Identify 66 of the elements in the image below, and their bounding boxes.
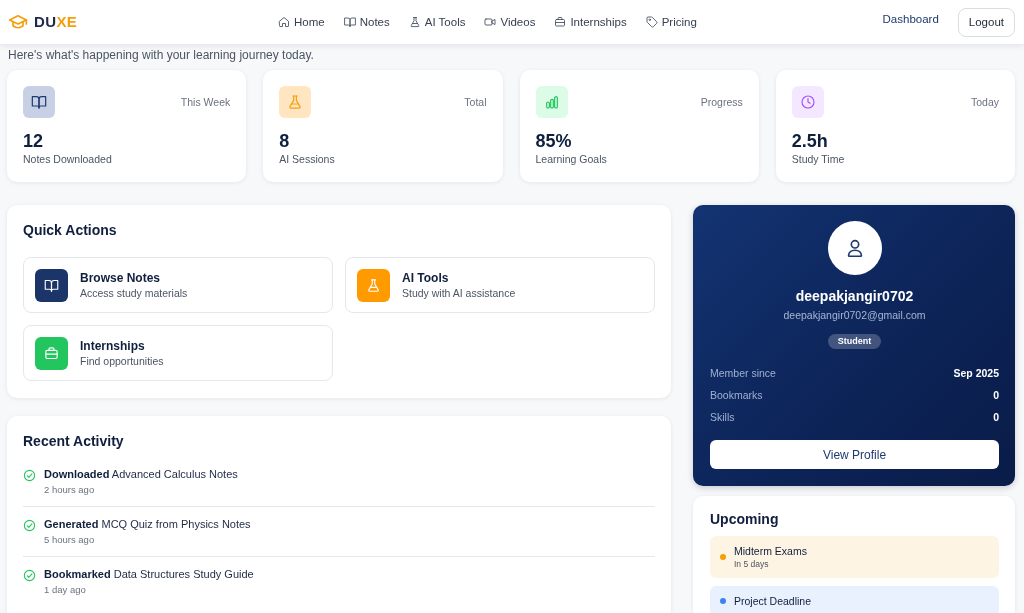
- nav-link[interactable]: Pricing: [645, 15, 697, 29]
- detail-label: Bookmarks: [710, 388, 763, 402]
- tag-icon: [645, 16, 658, 28]
- detail-value: Sep 2025: [953, 366, 999, 380]
- check-circle-icon: [23, 569, 36, 582]
- upcoming-item[interactable]: Midterm Exams In 5 days: [710, 536, 999, 578]
- view-profile-button[interactable]: View Profile: [710, 440, 999, 469]
- stat-period: Today: [970, 96, 999, 108]
- stat-value: 8: [279, 131, 291, 151]
- nav-link[interactable]: Notes: [343, 15, 390, 29]
- stat-label: Learning Goals: [535, 152, 608, 166]
- stat-value: 2.5h: [791, 131, 829, 151]
- profile-name: deepakjangir0702: [795, 287, 914, 305]
- quick-action-button[interactable]: AI Tools Study with AI assistance: [345, 257, 655, 313]
- bar-chart-icon: [535, 86, 568, 118]
- detail-label: Skills: [710, 410, 735, 424]
- logo-text: DUXE: [34, 13, 78, 31]
- stat-value: 12: [23, 131, 45, 151]
- nav-link[interactable]: Videos: [484, 15, 536, 29]
- nav-link[interactable]: Internships: [554, 15, 627, 29]
- activity-text: Downloaded Advanced Calculus Notes: [44, 467, 238, 482]
- avatar-icon: [827, 221, 882, 275]
- role-badge: Student: [827, 334, 882, 349]
- stat-label: Notes Downloaded: [23, 152, 113, 166]
- book-icon: [35, 268, 68, 302]
- check-circle-icon: [23, 519, 36, 532]
- upcoming-item[interactable]: Project Deadline: [710, 586, 999, 613]
- welcome-subtitle: Here's what's happening with your learning journey today.: [7, 47, 315, 63]
- section-title: Recent Activity: [23, 432, 125, 450]
- activity-text: Bookmarked Data Structures Study Guide: [44, 567, 254, 582]
- profile-email: deepakjangir0702@gmail.com: [783, 308, 926, 322]
- clock-icon: [791, 86, 824, 118]
- briefcase-icon: [554, 16, 567, 28]
- activity-time: 2 hours ago: [44, 483, 96, 496]
- stat-value: 85%: [535, 131, 573, 151]
- quick-action-button[interactable]: Internships Find opportunities: [23, 325, 333, 381]
- book-icon: [343, 16, 356, 28]
- flask-icon: [408, 16, 421, 28]
- nav-link[interactable]: Dashboard: [882, 12, 939, 26]
- briefcase-icon: [35, 336, 68, 370]
- detail-label: Member since: [710, 366, 776, 380]
- section-title: Upcoming: [710, 510, 780, 528]
- nav-link[interactable]: AI Tools: [408, 15, 466, 29]
- stat-label: Study Time: [791, 152, 846, 166]
- flask-icon: [357, 268, 390, 302]
- detail-value: 0: [993, 410, 999, 424]
- quick-action-button[interactable]: Browse Notes Access study materials: [23, 257, 333, 313]
- house-icon: [278, 16, 290, 28]
- check-circle-icon: [23, 469, 36, 482]
- section-title: Quick Actions: [23, 221, 118, 239]
- event-due: In 5 days: [734, 558, 770, 570]
- video-camera-icon: [484, 16, 497, 28]
- event-title: Project Deadline: [734, 594, 812, 608]
- flask-icon: [279, 86, 312, 118]
- detail-value: 0: [993, 388, 999, 402]
- stat-period: This Week: [180, 96, 231, 108]
- logout-button[interactable]: Logout: [957, 7, 1015, 37]
- nav-link[interactable]: Home: [278, 15, 325, 29]
- stat-label: AI Sessions: [279, 152, 336, 166]
- stat-period: Progress: [700, 96, 743, 108]
- book-icon: [23, 86, 55, 118]
- event-title: Midterm Exams: [734, 544, 807, 558]
- stat-period: Total: [464, 96, 487, 108]
- activity-text: Generated MCQ Quiz from Physics Notes: [44, 517, 251, 532]
- activity-time: 5 hours ago: [44, 533, 96, 546]
- activity-time: 1 day ago: [44, 583, 87, 596]
